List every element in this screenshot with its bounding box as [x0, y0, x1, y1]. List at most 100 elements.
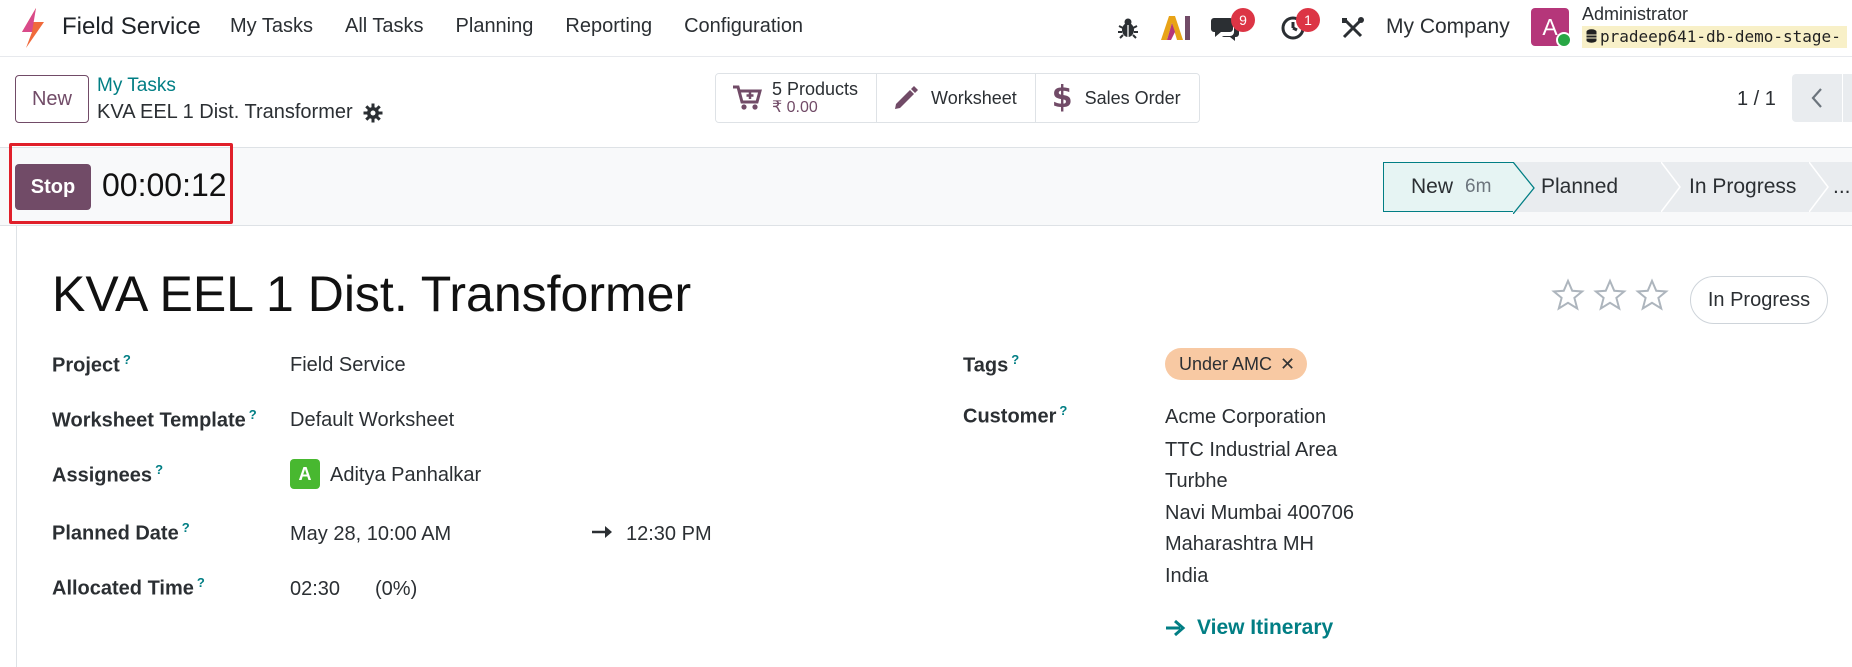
- stage-arrow-icon: [1661, 162, 1681, 212]
- new-button[interactable]: New: [15, 75, 89, 123]
- products-count: 5 Products: [772, 79, 859, 99]
- stage-arrow-icon: [1809, 162, 1829, 212]
- stage-statusbar: New 6m Planned In Progress ...: [1383, 162, 1852, 214]
- worksheet-template-field[interactable]: Default Worksheet: [290, 409, 454, 432]
- stage-new-duration: 6m: [1465, 176, 1492, 197]
- stage-planned-label: Planned: [1541, 175, 1619, 198]
- activities-count-badge: 1: [1296, 8, 1320, 32]
- customer-address-line: TTC Industrial Area: [1165, 439, 1338, 461]
- allocated-time-percent: (0%): [375, 578, 418, 600]
- help-tooltip-icon[interactable]: ?: [1059, 403, 1067, 418]
- cart-icon: [733, 85, 762, 110]
- view-itinerary-label: View Itinerary: [1197, 616, 1334, 639]
- menu-reporting[interactable]: Reporting: [565, 15, 652, 38]
- user-name[interactable]: Administrator: [1582, 4, 1688, 25]
- star-outline-icon[interactable]: [1593, 278, 1627, 312]
- main-menu: My Tasks All Tasks Planning Reporting Co…: [230, 15, 835, 38]
- customer-field[interactable]: Acme Corporation: [1165, 406, 1326, 429]
- customer-address-line: Navi Mumbai 400706: [1165, 502, 1354, 524]
- pager-next-button[interactable]: [1843, 74, 1852, 122]
- star-outline-icon[interactable]: [1635, 278, 1669, 312]
- task-title[interactable]: KVA EEL 1 Dist. Transformer: [52, 265, 691, 323]
- customer-label: Customer?: [963, 403, 1067, 429]
- products-amount: ₹ 0.00: [772, 99, 818, 116]
- star-outline-icon[interactable]: [1551, 278, 1585, 312]
- planned-end-field[interactable]: 12:30 PM: [626, 523, 712, 546]
- menu-all-tasks[interactable]: All Tasks: [345, 15, 424, 38]
- sales-order-smart-button[interactable]: $ Sales Order: [1035, 74, 1199, 122]
- worksheet-template-label-text: Worksheet Template: [52, 409, 246, 432]
- smart-buttons: 5 Products ₹ 0.00 Worksheet $ Sales Orde…: [715, 73, 1200, 123]
- pencil-icon: [895, 86, 919, 109]
- arrow-right-icon: [592, 526, 612, 538]
- priority-stars: [1551, 278, 1669, 312]
- stage-arrow-icon: [1513, 162, 1535, 214]
- state-button[interactable]: In Progress: [1690, 276, 1828, 324]
- view-itinerary-link[interactable]: View Itinerary: [1165, 616, 1333, 640]
- assignee-avatar: A: [290, 459, 320, 489]
- breadcrumb-current-record: KVA EEL 1 Dist. Transformer: [97, 101, 383, 124]
- help-tooltip-icon[interactable]: ?: [249, 407, 257, 422]
- products-smart-button[interactable]: 5 Products ₹ 0.00: [716, 74, 878, 122]
- tools-icon[interactable]: [1340, 16, 1365, 41]
- top-navbar: Field Service My Tasks All Tasks Plannin…: [0, 0, 1852, 57]
- arrow-right-icon: [1166, 619, 1186, 637]
- tags-label: Tags?: [963, 352, 1019, 378]
- database-icon: [1586, 29, 1597, 43]
- pager-previous-button[interactable]: [1792, 74, 1842, 122]
- menu-configuration[interactable]: Configuration: [684, 15, 803, 38]
- tag-remove-icon[interactable]: ✕: [1280, 354, 1295, 375]
- customer-label-text: Customer: [963, 405, 1057, 428]
- app-name[interactable]: Field Service: [62, 13, 201, 41]
- stage-new-label: New: [1411, 175, 1454, 198]
- dollar-icon: $: [1051, 80, 1073, 115]
- bug-icon[interactable]: [1116, 16, 1140, 40]
- database-name-text: pradeep641-db-demo-stage-: [1600, 27, 1841, 46]
- project-label-text: Project: [52, 354, 120, 377]
- stage-new[interactable]: New 6m: [1383, 162, 1535, 214]
- menu-planning[interactable]: Planning: [456, 15, 534, 38]
- menu-my-tasks[interactable]: My Tasks: [230, 15, 313, 38]
- timer-highlight-box: [9, 143, 233, 224]
- pager-value[interactable]: 1 / 1: [1737, 88, 1776, 111]
- allocated-time-label: Allocated Time?: [52, 575, 205, 601]
- online-status-dot: [1556, 32, 1572, 48]
- allocated-time-label-text: Allocated Time: [52, 577, 194, 600]
- company-switcher[interactable]: My Company: [1386, 15, 1510, 39]
- stage-in-progress[interactable]: In Progress: [1661, 162, 1829, 212]
- help-tooltip-icon[interactable]: ?: [155, 462, 163, 477]
- assignees-label: Assignees?: [52, 462, 163, 488]
- stage-planned[interactable]: Planned: [1513, 162, 1681, 212]
- planned-date-label: Planned Date?: [52, 520, 190, 546]
- field-service-logo-icon[interactable]: [14, 6, 48, 50]
- project-label: Project?: [52, 352, 131, 378]
- assignees-field[interactable]: Aditya Panhalkar: [330, 464, 481, 487]
- worksheet-template-label: Worksheet Template?: [52, 407, 257, 433]
- planned-start-field[interactable]: May 28, 10:00 AM: [290, 523, 451, 546]
- tag-under-amc[interactable]: Under AMC ✕: [1165, 348, 1308, 380]
- tags-label-text: Tags: [963, 354, 1009, 377]
- control-panel: New My Tasks KVA EEL 1 Dist. Transformer: [0, 57, 1852, 148]
- worksheet-label: Worksheet: [931, 87, 1017, 108]
- allocated-time-field[interactable]: 02:30: [290, 578, 340, 601]
- customer-address-line: India: [1165, 565, 1209, 587]
- messages-count-badge: 9: [1231, 8, 1255, 32]
- tag-label: Under AMC: [1179, 353, 1273, 374]
- planned-date-label-text: Planned Date: [52, 522, 179, 545]
- ai-icon[interactable]: [1159, 14, 1191, 42]
- help-tooltip-icon[interactable]: ?: [182, 520, 190, 535]
- record-name: KVA EEL 1 Dist. Transformer: [97, 101, 353, 123]
- project-field[interactable]: Field Service: [290, 354, 406, 377]
- sales-order-label: Sales Order: [1084, 87, 1181, 108]
- assignees-label-text: Assignees: [52, 464, 153, 487]
- breadcrumb-my-tasks[interactable]: My Tasks: [97, 75, 176, 97]
- chevron-left-icon: [1811, 88, 1822, 108]
- gear-icon[interactable]: [363, 103, 383, 123]
- customer-address-line: Maharashtra MH: [1165, 533, 1314, 555]
- worksheet-smart-button[interactable]: Worksheet: [877, 74, 1036, 122]
- database-name: pradeep641-db-demo-stage-: [1582, 26, 1847, 48]
- help-tooltip-icon[interactable]: ?: [197, 575, 205, 590]
- stage-in-progress-label: In Progress: [1689, 175, 1797, 198]
- help-tooltip-icon[interactable]: ?: [1011, 352, 1019, 367]
- help-tooltip-icon[interactable]: ?: [123, 352, 131, 367]
